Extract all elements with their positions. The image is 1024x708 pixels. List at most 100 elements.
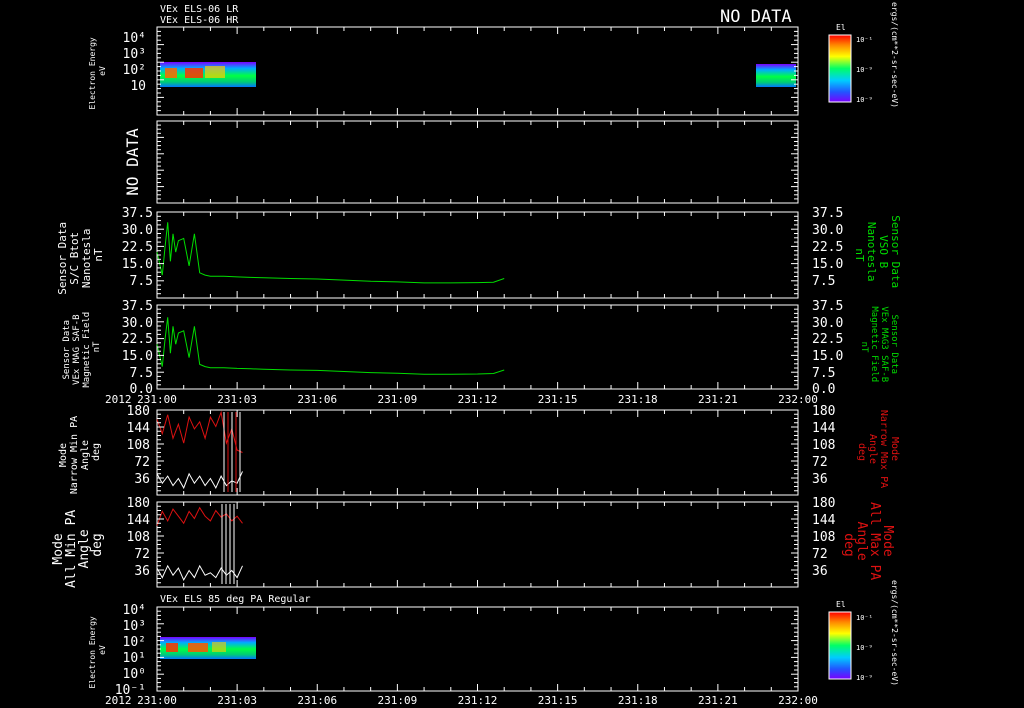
x-tick-label: 231:00 (137, 694, 177, 707)
x-tick-label: 231:15 (538, 393, 578, 406)
x-tick-label: 231:21 (698, 694, 738, 707)
spectrogram-hotspot (188, 643, 208, 652)
y-tick-label: 30.0 (122, 223, 153, 238)
y-tick-label: 7.5 (130, 274, 153, 289)
x-tick-label: 231:06 (297, 694, 337, 707)
y-tick-label: 10² (123, 63, 146, 78)
y-tick-label: 30.0 (122, 316, 153, 331)
spectrogram-hotspot (185, 68, 203, 78)
y-tick-label: 30.0 (812, 316, 843, 331)
x-tick-label: 231:18 (618, 694, 658, 707)
y-tick-label: 72 (134, 547, 150, 562)
x-axis-labels-2: 231:00 231:03 231:06 231:09 231:12 231:15 231:… (137, 694, 818, 707)
panel-2-no-data: NO DATA (123, 128, 142, 196)
panel-1-title-1: VEx ELS-06 LR (160, 4, 239, 15)
x-tick-label: 231:06 (297, 393, 337, 406)
panel-6-yticks-left: 180 144 108 72 36 (127, 496, 151, 579)
y-tick-label: 10³ (123, 47, 146, 62)
colorbar-2-title: El (836, 600, 846, 609)
y-tick-label: 37.5 (812, 206, 843, 221)
x-tick-label: 231:09 (378, 393, 418, 406)
panel-3-series (156, 222, 505, 284)
panel-7-yticks: 10⁴ 10³ 10² 10¹ 10⁰ 10⁻¹ (115, 603, 146, 698)
y-tick-label: 36 (812, 472, 828, 487)
y-tick-label: 7.5 (812, 366, 835, 381)
x-tick-label: 232:00 (778, 694, 818, 707)
y-tick-label: 15.0 (812, 257, 843, 272)
panel-3-frame (156, 211, 799, 299)
panel-5-series (156, 410, 243, 490)
y-tick-label: 36 (812, 564, 828, 579)
y-tick-label: 144 (127, 513, 151, 528)
y-tick-label: 10⁴ (123, 603, 146, 618)
x-tick-label: 231:03 (217, 694, 257, 707)
x-tick-label: 231:12 (458, 694, 498, 707)
panel-6-frame (156, 501, 799, 588)
y-tick-label: 36 (134, 564, 150, 579)
spectrogram-hotspot (212, 642, 226, 652)
spectrogram-hotspot (205, 66, 225, 78)
panel-1-yticks: 10⁴ 10³ 10² 10 (123, 31, 146, 94)
colorbar-1-ticks: 10⁻¹ 10⁻⁹ 10⁻⁹ (856, 36, 873, 104)
panel-4-ylabel-right: Sensor Data VEx MAG3 SAF-B Magnetic Fiel… (859, 306, 899, 387)
panel-4-ylabel-left: Sensor Data VEx MAG SAF-B Magnetic Field… (62, 306, 102, 387)
colorbar-tick-label: 10⁻⁹ (856, 674, 873, 682)
panel-7-title: VEx ELS 85 deg PA Regular (160, 594, 311, 605)
y-tick-label: 180 (127, 404, 150, 419)
chart-stage: VEx ELS-06 LR VEx ELS-06 HR NO DATA Elec… (51, 2, 902, 707)
x-tick-label: 231:03 (217, 393, 257, 406)
colorbar-tick-label: 10⁻¹ (856, 614, 873, 622)
panel-5-yticks-right: 180 144 108 72 36 (812, 404, 836, 487)
y-tick-label: 15.0 (122, 349, 153, 364)
panel-4-yticks-left: 37.5 30.0 22.5 15.0 7.5 0.0 (122, 299, 153, 397)
x-axis-labels-1: 231:00 231:03 231:06 231:09 231:12 231:15 231:… (137, 393, 818, 406)
y-tick-label: 108 (127, 438, 150, 453)
panel-1-no-data: NO DATA (720, 7, 792, 27)
panel-7-ylabel: Electron Energy eV (88, 611, 107, 688)
y-tick-label: 144 (812, 513, 836, 528)
x-tick-label: 231:12 (458, 393, 498, 406)
panel-4-frame (156, 304, 799, 390)
y-tick-label: 7.5 (130, 366, 153, 381)
colorbar-tick-label: 10⁻⁹ (856, 96, 873, 104)
y-tick-label: 108 (812, 438, 835, 453)
y-tick-label: 7.5 (812, 274, 835, 289)
y-tick-label: 10⁴ (123, 31, 146, 46)
panel-5-frame (156, 409, 799, 496)
colorbar-1-title: El (836, 23, 846, 32)
panel-5-ylabel-left: Mode Narrow Min PA Angle deg (58, 410, 102, 494)
panel-2-frame (156, 120, 799, 204)
y-tick-label: 37.5 (812, 299, 843, 314)
colorbar-tick-label: 10⁻⁹ (856, 644, 873, 652)
y-tick-label: 22.5 (122, 240, 153, 255)
y-tick-label: 72 (134, 455, 150, 470)
x-tick-label: 231:15 (538, 694, 578, 707)
panel-5-spikes (223, 412, 241, 492)
panel-1-spectrogram (160, 62, 796, 87)
y-tick-label: 10 (130, 79, 146, 94)
y-tick-label: 10³ (123, 619, 146, 634)
panel-5-yticks-left: 180 144 108 72 36 (127, 404, 151, 487)
y-tick-label: 72 (812, 547, 828, 562)
y-tick-label: 180 (127, 496, 150, 511)
series-line-green (156, 317, 505, 375)
y-tick-label: 108 (812, 530, 835, 545)
panel-1-ylabel: Electron Energy eV (88, 32, 107, 109)
colorbar-2 (828, 611, 852, 680)
y-tick-label: 15.0 (812, 349, 843, 364)
y-tick-label: 22.5 (812, 240, 843, 255)
colorbar-2-unit: ergs/(cm**2-sr-sec-eV) (890, 580, 899, 686)
panel-7-spectrogram (160, 637, 256, 659)
colorbar-tick-label: 10⁻¹ (856, 36, 873, 44)
colorbar-tick-label: 10⁻⁹ (856, 66, 873, 74)
x-tick-label: 231:21 (698, 393, 738, 406)
y-tick-label: 10⁰ (123, 667, 146, 682)
y-tick-label: 10¹ (123, 651, 146, 666)
y-tick-label: 144 (812, 421, 836, 436)
panel-3-ylabel-left: Sensor Data S/C Btot Nanotesla nT (56, 215, 105, 294)
x-tick-label: 231:18 (618, 393, 658, 406)
colorbar-1 (828, 34, 852, 103)
spectrogram-block (756, 64, 796, 87)
series-line-green (156, 222, 505, 284)
y-tick-label: 108 (127, 530, 150, 545)
